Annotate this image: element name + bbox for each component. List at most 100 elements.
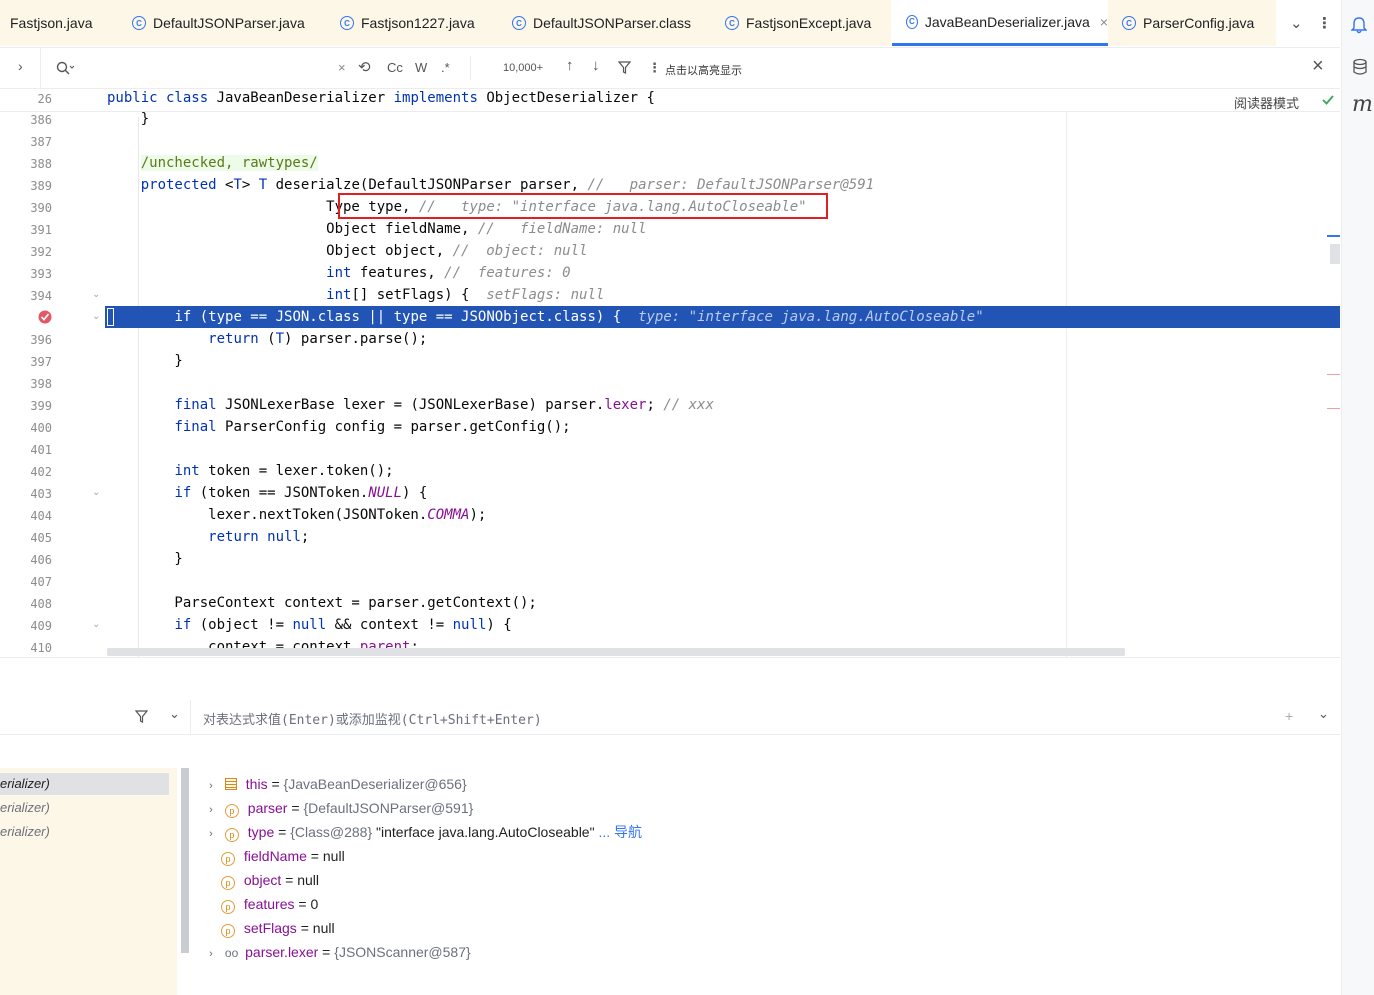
line-number: 391 (30, 223, 52, 237)
code-line: final ParserConfig config = parser.getCo… (174, 419, 571, 435)
line-number: 392 (30, 245, 52, 259)
class-icon: C (906, 14, 918, 29)
tab-javabeandeserializer-java[interactable]: C JavaBeanDeserializer.java × (892, 0, 1108, 46)
notifications-icon[interactable] (1351, 16, 1367, 34)
search-icon[interactable] (56, 61, 74, 75)
clear-search-icon[interactable]: × (338, 60, 346, 75)
expand-arrow-icon[interactable]: › (201, 774, 221, 798)
class-icon: C (725, 16, 739, 30)
whole-word-button[interactable]: W (415, 60, 427, 75)
frame-item[interactable]: erializer) (0, 773, 169, 795)
tab-label: ParserConfig.java (1143, 15, 1255, 31)
field-icon (224, 778, 237, 790)
variable-row[interactable]: › p type = {Class@288} "interface java.l… (201, 820, 642, 844)
close-icon[interactable]: × (1100, 14, 1108, 30)
annotation-highlight-box (338, 193, 828, 219)
param-icon: p (221, 876, 235, 890)
close-find-icon[interactable]: × (1312, 55, 1324, 78)
tab-defaultjsonparser-java[interactable]: C DefaultJSONParser.java (118, 0, 326, 46)
chevron-down-icon[interactable]: ⌄ (1318, 706, 1329, 722)
class-icon: C (1122, 16, 1136, 30)
variable-row[interactable]: p object = null (221, 868, 319, 892)
add-watch-icon[interactable]: + (1285, 708, 1293, 724)
expand-arrow-icon[interactable]: › (201, 822, 221, 846)
code-line: final JSONLexerBase lexer = (JSONLexerBa… (174, 397, 714, 413)
scroll-marker (1327, 408, 1340, 409)
code-line: return (T) parser.parse(); (208, 331, 428, 347)
variable-row[interactable]: › this = {JavaBeanDeserializer@656} (201, 772, 467, 796)
filter-icon[interactable] (135, 710, 148, 723)
highlight-hint[interactable]: 点击以高亮显示 (665, 62, 742, 78)
fold-icon[interactable]: ⌄ (92, 487, 100, 498)
code-line: return null; (208, 529, 310, 545)
regex-button[interactable]: .* (441, 60, 450, 75)
code-line: int[] setFlags) { setFlags: null (326, 287, 605, 303)
code-editor[interactable]: 26 public class JavaBeanDeserializer imp… (0, 89, 1340, 657)
watch-icon: oo (224, 946, 239, 960)
breakpoint-icon[interactable] (37, 309, 53, 325)
debug-toolbar: ⌄ 对表达式求值(Enter)或添加监视(Ctrl+Shift+Enter) +… (0, 700, 1340, 735)
variable-row[interactable]: p features = 0 (221, 892, 318, 916)
frame-item[interactable]: erializer) (0, 821, 169, 843)
line-number: 401 (30, 443, 52, 457)
previous-occurrence-icon[interactable]: ↑ (566, 57, 574, 74)
vertical-scrollbar[interactable] (1330, 244, 1340, 264)
param-icon: p (221, 852, 235, 866)
history-icon[interactable]: ⟲ (358, 58, 371, 76)
line-number: 410 (30, 641, 52, 655)
variable-row[interactable]: › p parser = {DefaultJSONParser@591} (201, 796, 473, 820)
line-number: 397 (30, 355, 52, 369)
navigate-link[interactable]: ... 导航 (598, 824, 642, 840)
scroll-marker (1327, 374, 1340, 375)
filter-icon[interactable] (618, 61, 631, 74)
line-number: 403 (30, 487, 52, 501)
match-case-button[interactable]: Cc (387, 60, 403, 75)
tab-label: FastjsonExcept.java (746, 15, 872, 31)
tab-label: DefaultJSONParser.java (153, 15, 305, 31)
search-input[interactable] (80, 56, 334, 80)
expand-arrow-icon[interactable]: › (201, 798, 221, 822)
line-number: 405 (30, 531, 52, 545)
line-number: 389 (30, 179, 52, 193)
frame-item[interactable]: erializer) (0, 797, 169, 819)
code-line: lexer.nextToken(JSONToken.COMMA); (107, 507, 487, 523)
more-icon[interactable]: ⋮ (648, 60, 661, 76)
more-options-icon[interactable]: ⋮ (1317, 14, 1332, 32)
match-count: 10,000+ (503, 62, 544, 74)
variable-row[interactable]: › oo parser.lexer = {JSONScanner@587} (201, 940, 471, 964)
tab-parserconfig-java[interactable]: C ParserConfig.java (1108, 0, 1276, 46)
line-number: 399 (30, 399, 52, 413)
tab-fastjsonexcept-java[interactable]: C FastjsonExcept.java (711, 0, 891, 46)
line-number: 402 (30, 465, 52, 479)
variable-row[interactable]: p setFlags = null (221, 916, 335, 940)
fold-icon[interactable]: ⌄ (92, 289, 100, 300)
code-line: int token = lexer.token(); (174, 463, 394, 479)
expand-arrow-icon[interactable]: › (201, 942, 221, 966)
line-number: 400 (30, 421, 52, 435)
fold-icon[interactable]: ⌄ (92, 619, 100, 630)
tab-fastjson1227-java[interactable]: C Fastjson1227.java (326, 0, 498, 46)
frames-scrollbar[interactable] (181, 768, 189, 953)
expand-replace-icon[interactable]: › (18, 58, 23, 74)
line-number: 406 (30, 553, 52, 567)
next-occurrence-icon[interactable]: ↓ (592, 57, 600, 74)
chevron-down-icon[interactable]: ⌄ (169, 706, 180, 722)
database-icon[interactable] (1352, 58, 1368, 76)
editor-tab-bar: Fastjson.java C DefaultJSONParser.java C… (0, 0, 1340, 48)
tab-fastjson-java[interactable]: Fastjson.java (0, 0, 118, 46)
tab-label: DefaultJSONParser.class (533, 15, 691, 31)
variable-row[interactable]: p fieldName = null (221, 844, 345, 868)
horizontal-scrollbar[interactable] (107, 648, 1125, 656)
line-number: 396 (30, 333, 52, 347)
chevron-down-icon[interactable]: ⌄ (1290, 14, 1303, 32)
line-number: 404 (30, 509, 52, 523)
fold-icon[interactable]: ⌄ (92, 311, 100, 322)
tab-defaultjsonparser-class[interactable]: C DefaultJSONParser.class (498, 0, 711, 46)
class-icon: C (512, 16, 526, 30)
maven-icon[interactable]: m (1352, 92, 1373, 117)
line-number: 386 (30, 113, 52, 127)
scroll-marker (1327, 235, 1340, 237)
evaluate-expression-input[interactable]: 对表达式求值(Enter)或添加监视(Ctrl+Shift+Enter) (203, 709, 542, 728)
line-number: 407 (30, 575, 52, 589)
reader-mode-button[interactable]: 阅读器模式 (1234, 93, 1299, 112)
